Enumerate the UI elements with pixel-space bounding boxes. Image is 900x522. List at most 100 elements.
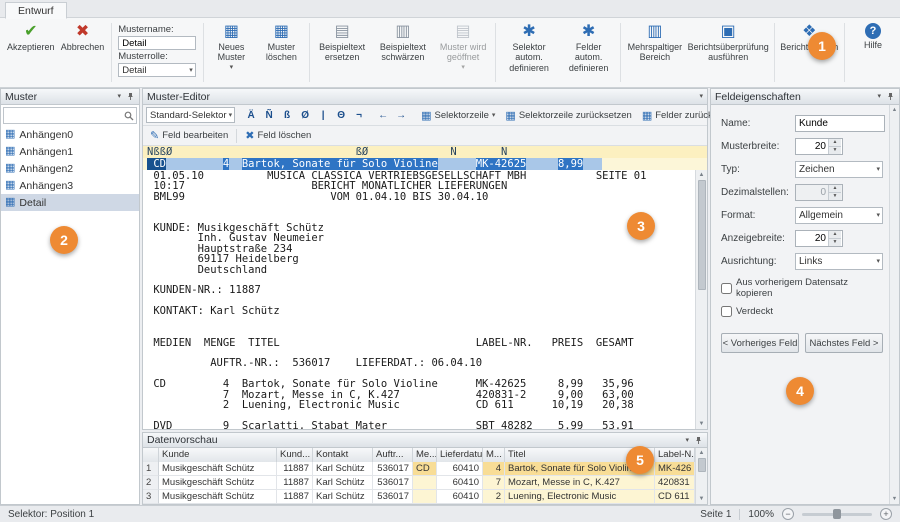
panel-menu-icon[interactable]: ▾ <box>877 93 881 100</box>
delete-template-button[interactable]: ▦ Muster löschen <box>256 20 306 85</box>
cell-menge[interactable]: 4 <box>483 462 505 476</box>
zoom-out-button[interactable]: − <box>782 508 794 520</box>
cell-kundennr[interactable]: 11887 <box>277 462 313 476</box>
cell-kontakt[interactable]: Karl Schütz <box>313 462 373 476</box>
pin-icon[interactable] <box>694 436 703 445</box>
cell-lieferdatum[interactable]: 60410 <box>437 476 483 490</box>
tab-entwurf[interactable]: Entwurf <box>5 2 67 19</box>
cell-titel[interactable]: Luening, Electronic Music <box>505 490 655 504</box>
anzeigebreite-input[interactable] <box>796 231 828 246</box>
cancel-button[interactable]: ✖ Abbrechen <box>58 20 108 85</box>
col-header-kunde[interactable]: Kunde <box>159 448 277 463</box>
redact-sample-text-button[interactable]: ▥ Beispieltext schwärzen <box>371 20 434 85</box>
cell-lieferdatum[interactable]: 60410 <box>437 462 483 476</box>
shift-right-button[interactable]: → <box>393 107 409 123</box>
format-select[interactable]: Allgemein ▾ <box>795 207 883 224</box>
cell-label[interactable]: MK-426 <box>655 462 695 476</box>
typ-select[interactable]: Zeichen ▾ <box>795 161 883 178</box>
copy-previous-checkbox[interactable] <box>721 283 732 294</box>
trap-not-button[interactable]: ¬ <box>351 107 367 123</box>
musterrolle-select[interactable]: Detail ▾ <box>118 63 196 77</box>
muster-item-detail[interactable]: ▦ Detail <box>1 194 139 211</box>
pin-icon[interactable] <box>126 92 135 101</box>
cell-medien[interactable] <box>413 476 437 490</box>
trap-exact-button[interactable]: | <box>315 107 331 123</box>
row-number[interactable]: 1 <box>143 462 159 476</box>
cell-auftrag[interactable]: 536017 <box>373 490 413 504</box>
cell-menge[interactable]: 2 <box>483 490 505 504</box>
musterbreite-input[interactable] <box>796 139 828 154</box>
panel-menu-icon[interactable]: ▾ <box>117 93 121 100</box>
multicolumn-region-button[interactable]: ▥ Mehrspaltiger Bereich <box>624 20 686 85</box>
shift-left-button[interactable]: ← <box>375 107 391 123</box>
row-number[interactable]: 2 <box>143 476 159 490</box>
scroll-up-icon[interactable]: ▲ <box>696 448 707 458</box>
panel-menu-icon[interactable]: ▾ <box>685 437 689 444</box>
cell-kundennr[interactable]: 11887 <box>277 476 313 490</box>
hidden-checkbox[interactable] <box>721 306 732 317</box>
field-preis[interactable]: 8,99 <box>558 158 583 170</box>
feldeigenschaften-scrollbar[interactable]: ▲ ▼ <box>889 105 899 504</box>
cell-kunde[interactable]: Musikgeschäft Schütz <box>159 476 277 490</box>
panel-menu-icon[interactable]: ▾ <box>699 93 703 100</box>
cell-titel[interactable]: Mozart, Messe in C, K.427 <box>505 476 655 490</box>
col-header-kundennr[interactable]: Kund... <box>277 448 313 463</box>
trap-line[interactable]: ÑßßØ ßØ Ñ Ñ <box>143 146 707 158</box>
report-sample-view[interactable]: 01.05.10 MUSICA CLASSICA VERTRIEBSGESELL… <box>143 170 707 429</box>
scroll-down-icon[interactable]: ▼ <box>696 494 707 504</box>
selected-sample-line[interactable]: CD 4 Bartok, Sonate für Solo Violine MK-… <box>143 158 707 170</box>
help-button[interactable]: ? Hilfe <box>848 20 898 85</box>
cell-menge[interactable]: 7 <box>483 476 505 490</box>
trap-alpha-button[interactable]: Ä <box>243 107 259 123</box>
cell-kunde[interactable]: Musikgeschäft Schütz <box>159 462 277 476</box>
cell-kunde[interactable]: Musikgeschäft Schütz <box>159 490 277 504</box>
search-icon[interactable] <box>124 111 134 121</box>
col-header-rownum[interactable] <box>143 448 159 463</box>
replace-sample-text-button[interactable]: ▤ Beispieltext ersetzen <box>313 20 371 85</box>
selector-type-select[interactable]: Standard-Selektor ▾ <box>146 107 235 123</box>
zoom-slider[interactable] <box>802 508 872 520</box>
datenvorschau-vertical-scrollbar[interactable]: ▲ ▼ <box>695 448 707 504</box>
name-input[interactable] <box>795 115 885 132</box>
anzeigebreite-stepper[interactable]: ▲▼ <box>795 230 843 247</box>
spin-up-icon[interactable]: ▲ <box>829 139 841 146</box>
auto-define-selector-button[interactable]: ✱ Selektor autom. definieren <box>498 20 560 85</box>
cell-auftrag[interactable]: 536017 <box>373 462 413 476</box>
trap-or-button[interactable]: Θ <box>333 107 349 123</box>
col-header-lieferdatum[interactable]: Lieferdatu <box>437 448 483 463</box>
field-medien[interactable]: CD <box>147 158 166 170</box>
zoom-in-button[interactable]: + <box>880 508 892 520</box>
cell-medien[interactable] <box>413 490 437 504</box>
cell-label[interactable]: CD 611 <box>655 490 695 504</box>
trap-nonblank-button[interactable]: Ø <box>297 107 313 123</box>
row-number[interactable]: 3 <box>143 490 159 504</box>
musterbreite-stepper[interactable]: ▲▼ <box>795 138 843 155</box>
new-template-button[interactable]: ▦ Neues Muster ▾ <box>206 20 256 85</box>
cell-kontakt[interactable]: Karl Schütz <box>313 476 373 490</box>
col-header-auftrag[interactable]: Auftr... <box>373 448 413 463</box>
report-sample-text[interactable]: 01.05.10 MUSICA CLASSICA VERTRIEBSGESELL… <box>143 170 707 429</box>
spin-up-icon[interactable]: ▲ <box>829 231 841 238</box>
spin-down-icon[interactable]: ▼ <box>829 146 841 154</box>
scroll-thumb[interactable] <box>698 180 706 290</box>
next-field-button[interactable]: Nächstes Feld > <box>805 333 883 353</box>
col-header-medien[interactable]: Me... <box>413 448 437 463</box>
editor-vertical-scrollbar[interactable]: ▲ ▼ <box>695 170 707 429</box>
zoom-slider-thumb[interactable] <box>833 509 841 519</box>
report-verify-button[interactable]: ▣ Berichtsüberprüfung ausführen <box>686 20 771 85</box>
muster-item-anhaengen1[interactable]: ▦ Anhängen1 <box>1 143 139 160</box>
auto-define-fields-button[interactable]: ✱ Felder autom. definieren <box>560 20 618 85</box>
scroll-up-icon[interactable]: ▲ <box>696 170 707 180</box>
muster-item-anhaengen2[interactable]: ▦ Anhängen2 <box>1 160 139 177</box>
field-label-nr[interactable]: MK-42625 <box>476 158 527 170</box>
cell-kundennr[interactable]: 11887 <box>277 490 313 504</box>
scroll-down-icon[interactable]: ▼ <box>890 494 899 504</box>
spin-down-icon[interactable]: ▼ <box>829 238 841 246</box>
reset-trap-line-button[interactable]: ▦ Selektorzeile zurücksetzen <box>501 107 635 123</box>
trap-numeric-button[interactable]: Ñ <box>261 107 277 123</box>
scroll-up-icon[interactable]: ▲ <box>890 105 899 115</box>
scroll-thumb[interactable] <box>698 458 706 472</box>
selektorzeile-menu-button[interactable]: ▦ Selektorzeile ▾ <box>417 107 499 123</box>
muster-item-anhaengen0[interactable]: ▦ Anhängen0 <box>1 126 139 143</box>
cell-kontakt[interactable]: Karl Schütz <box>313 490 373 504</box>
